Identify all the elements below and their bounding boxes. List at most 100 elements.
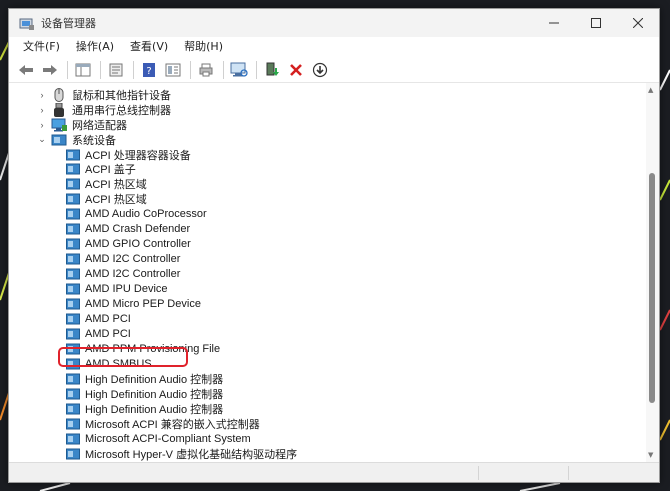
device-manager-icon <box>19 16 35 30</box>
tree-device-item[interactable]: High Definition Audio 控制器 <box>66 401 223 416</box>
chevron-right-icon[interactable]: › <box>37 105 47 115</box>
tree-device-label: Microsoft ACPI-Compliant System <box>85 432 251 445</box>
status-cell <box>479 466 569 480</box>
system-device-icon <box>66 433 80 445</box>
toolbar-separator <box>100 60 101 79</box>
system-device-icon <box>66 223 80 235</box>
scan-hardware-changes-icon[interactable] <box>229 60 249 80</box>
tree-device-item[interactable]: High Definition Audio 控制器 <box>66 371 223 386</box>
toolbar-separator <box>67 60 68 79</box>
svg-text:?: ? <box>146 66 151 77</box>
tree-device-item[interactable]: AMD Micro PEP Device <box>66 297 201 312</box>
system-device-icon <box>66 268 80 280</box>
tree-device-label: AMD PCI <box>85 327 131 340</box>
tree-category-label: 通用串行总线控制器 <box>72 104 171 117</box>
system-devices-icon <box>51 133 67 147</box>
system-device-icon <box>66 448 80 460</box>
chevron-right-icon[interactable]: › <box>37 120 47 130</box>
close-button[interactable] <box>617 9 659 37</box>
mouse-icon <box>51 87 67 102</box>
scroll-down-icon[interactable]: ▼ <box>648 451 653 459</box>
tree-category-usb[interactable]: › 通用串行总线控制器 <box>37 102 171 117</box>
tree-device-label: AMD Audio CoProcessor <box>85 208 207 221</box>
tree-device-item[interactable]: Microsoft Hyper-V 虚拟化基础结构驱动程序 <box>66 446 297 461</box>
toolbar-separator <box>190 60 191 79</box>
tree-device-label: ACPI 热区域 <box>85 179 147 192</box>
tree-device-item[interactable]: ACPI 热区域 <box>66 177 147 192</box>
tree-device-item[interactable]: Microsoft ACPI-Compliant System <box>66 431 251 446</box>
tree-category-system-devices[interactable]: ⌄ 系统设备 <box>37 132 116 147</box>
tree-device-label: AMD PCI <box>85 312 131 325</box>
minimize-button[interactable] <box>533 9 575 37</box>
tree-device-item[interactable]: ACPI 处理器容器设备 <box>66 147 191 162</box>
system-device-icon <box>66 238 80 250</box>
tree-device-item[interactable]: ACPI 热区域 <box>66 192 147 207</box>
highlight-box <box>58 347 188 367</box>
tree-device-item[interactable]: AMD Crash Defender <box>66 222 190 237</box>
scroll-up-icon[interactable]: ▲ <box>648 86 653 94</box>
tree-device-item[interactable]: High Definition Audio 控制器 <box>66 386 223 401</box>
tree-device-item[interactable]: AMD IPU Device <box>66 282 168 297</box>
system-device-icon <box>66 373 80 385</box>
view-details-icon[interactable] <box>163 60 183 80</box>
tree-device-label: ACPI 热区域 <box>85 194 147 207</box>
system-device-icon <box>66 253 80 265</box>
properties-icon[interactable] <box>106 60 126 80</box>
disable-device-icon[interactable] <box>310 60 330 80</box>
chevron-down-icon[interactable]: ⌄ <box>37 134 47 145</box>
back-arrow-icon[interactable] <box>16 60 36 80</box>
system-device-icon <box>66 403 80 415</box>
tree-device-item[interactable]: Microsoft ACPI 兼容的嵌入式控制器 <box>66 416 260 431</box>
tree-category-label: 系统设备 <box>72 134 116 147</box>
maximize-button[interactable] <box>575 9 617 37</box>
tree-device-item[interactable]: ACPI 盖子 <box>66 162 136 177</box>
tree-device-item[interactable]: AMD I2C Controller <box>66 267 180 282</box>
system-device-icon <box>66 193 80 205</box>
tree-category-mouse[interactable]: › 鼠标和其他指针设备 <box>37 87 171 102</box>
window-controls <box>533 9 659 37</box>
usb-icon <box>51 102 67 117</box>
update-driver-icon[interactable] <box>262 60 282 80</box>
tree-device-item[interactable]: AMD PCI <box>66 311 131 326</box>
status-bar <box>9 462 659 482</box>
menu-help[interactable]: 帮助(H) <box>176 37 231 57</box>
tree-device-label: AMD Micro PEP Device <box>85 298 201 310</box>
system-device-icon <box>66 328 80 340</box>
system-device-icon <box>66 163 80 175</box>
tree-category-label: 鼠标和其他指针设备 <box>72 89 171 102</box>
scroll-thumb[interactable] <box>649 173 655 403</box>
tree-device-label: Microsoft ACPI 兼容的嵌入式控制器 <box>85 418 260 431</box>
system-device-icon <box>66 149 80 161</box>
uninstall-device-icon[interactable] <box>286 60 306 80</box>
print-icon[interactable] <box>196 60 216 80</box>
tree-device-label: ACPI 处理器容器设备 <box>85 149 191 162</box>
tree-device-label: High Definition Audio 控制器 <box>85 373 224 386</box>
menu-view[interactable]: 查看(V) <box>122 37 176 57</box>
title-bar[interactable]: 设备管理器 <box>9 9 659 37</box>
system-device-icon <box>66 178 80 190</box>
vertical-scrollbar[interactable]: ▲ ▼ <box>646 83 659 462</box>
system-device-icon <box>66 208 80 220</box>
system-device-icon <box>66 283 80 295</box>
tree-device-label: AMD I2C Controller <box>85 253 181 266</box>
menu-file[interactable]: 文件(F) <box>15 37 68 57</box>
help-icon[interactable]: ? <box>139 60 159 80</box>
system-device-icon <box>66 313 80 325</box>
tree-device-item[interactable]: AMD I2C Controller <box>66 252 180 267</box>
toolbar-separator <box>223 60 224 79</box>
tree-device-label: High Definition Audio 控制器 <box>85 403 224 416</box>
system-device-icon <box>66 418 80 430</box>
tree-device-label: AMD IPU Device <box>85 283 168 296</box>
tree-device-item[interactable]: AMD GPIO Controller <box>66 237 191 252</box>
tree-category-label: 网络适配器 <box>72 119 127 132</box>
tree-device-label: ACPI 盖子 <box>85 164 136 177</box>
tree-category-network[interactable]: › 网络适配器 <box>37 117 127 132</box>
menu-action[interactable]: 操作(A) <box>68 37 122 57</box>
forward-arrow-icon[interactable] <box>40 60 60 80</box>
tree-device-item[interactable]: AMD Audio CoProcessor <box>66 207 207 222</box>
toolbar-separator <box>256 60 257 79</box>
show-hide-console-tree-icon[interactable] <box>73 60 93 80</box>
chevron-right-icon[interactable]: › <box>37 90 47 100</box>
tree-device-label: AMD GPIO Controller <box>85 238 191 251</box>
tree-device-item[interactable]: AMD PCI <box>66 326 131 341</box>
